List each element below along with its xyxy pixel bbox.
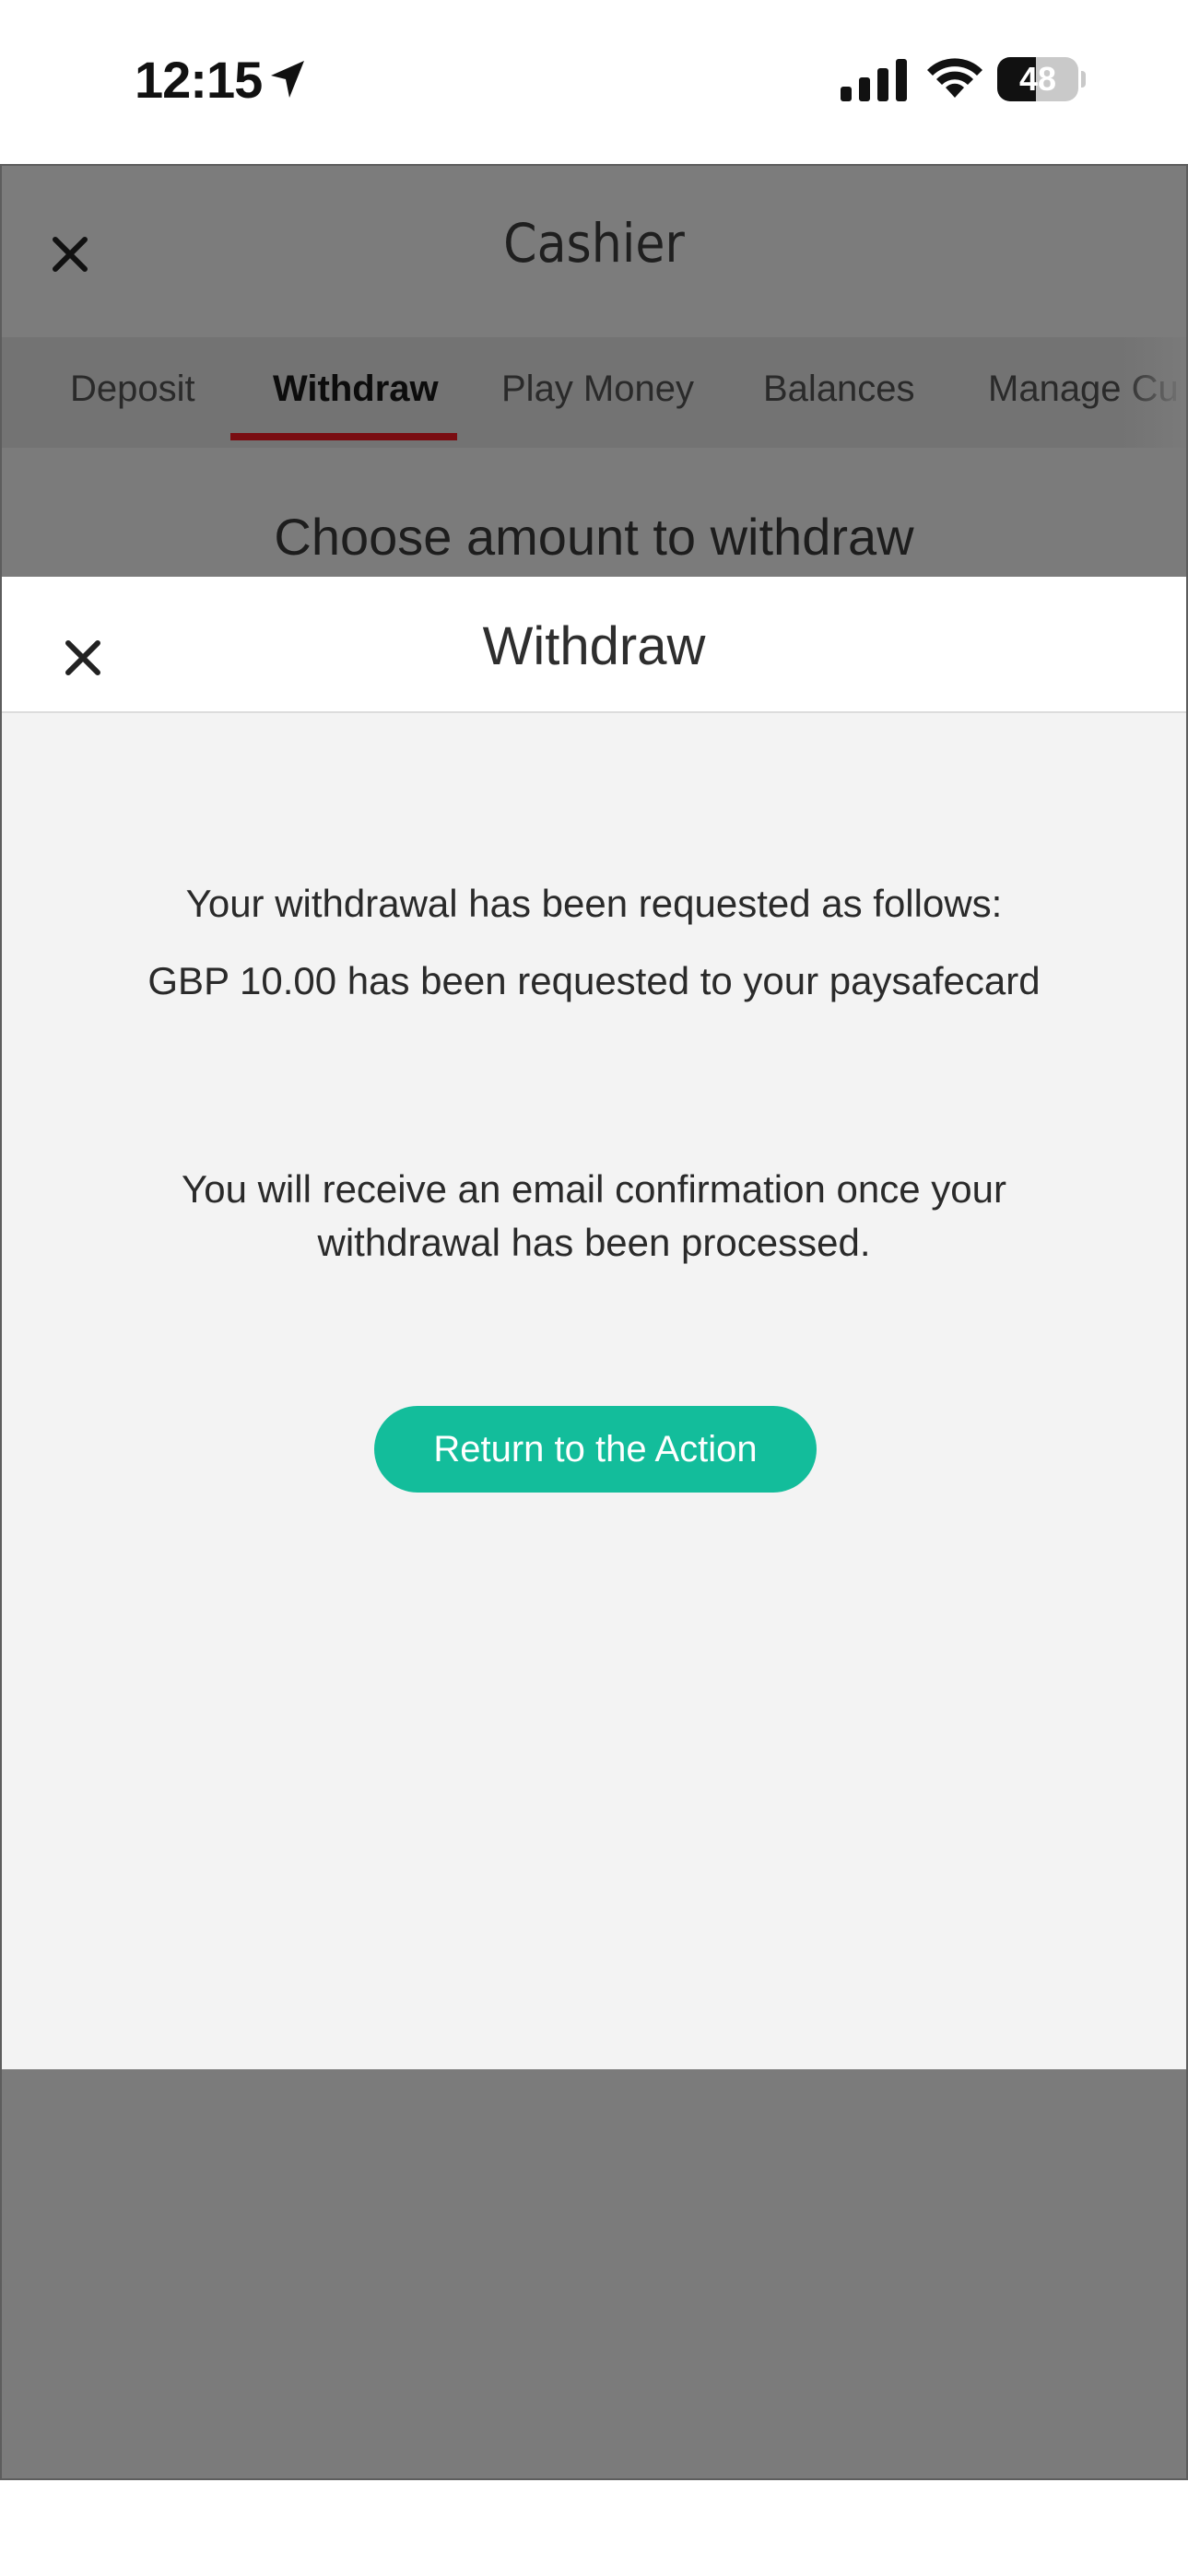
tab-play-money[interactable]: Play Money [501, 369, 694, 410]
location-arrow-icon [271, 61, 304, 98]
cashier-tabs: Deposit Withdraw Play Money Balances Man… [2, 337, 1186, 448]
tab-balances[interactable]: Balances [763, 369, 915, 410]
active-tab-indicator [230, 433, 457, 440]
withdrawal-request-text: Your withdrawal has been requested as fo… [185, 882, 1003, 925]
withdrawal-amount-text: GBP 10.00 has been requested to your pay… [147, 959, 1041, 1002]
withdraw-modal: Withdraw Your withdrawal has been reques… [2, 577, 1186, 2069]
status-bar: 12:15 48 [0, 0, 1188, 164]
wifi-icon [927, 58, 982, 98]
tab-withdraw[interactable]: Withdraw [273, 369, 439, 410]
status-time: 12:15 [135, 51, 263, 109]
modal-header: Withdraw [2, 577, 1186, 713]
cellular-signal-icon [841, 59, 907, 101]
tabs-scroll-fade [1122, 337, 1186, 448]
choose-amount-heading: Choose amount to withdraw [274, 508, 914, 566]
modal-title: Withdraw [482, 616, 706, 676]
return-to-action-button[interactable]: Return to the Action [374, 1406, 817, 1493]
battery-tip [1081, 71, 1086, 88]
battery-icon: 48 [997, 57, 1086, 101]
battery-level: 48 [1018, 60, 1057, 98]
cashier-title: Cashier [503, 212, 685, 275]
battery-body: 48 [997, 57, 1078, 101]
cashier-header: Cashier [2, 166, 1186, 337]
home-indicator-area [0, 2480, 1188, 2576]
email-confirmation-text: You will receive an email confirmation o… [182, 1167, 1006, 1264]
tab-deposit[interactable]: Deposit [70, 369, 195, 410]
